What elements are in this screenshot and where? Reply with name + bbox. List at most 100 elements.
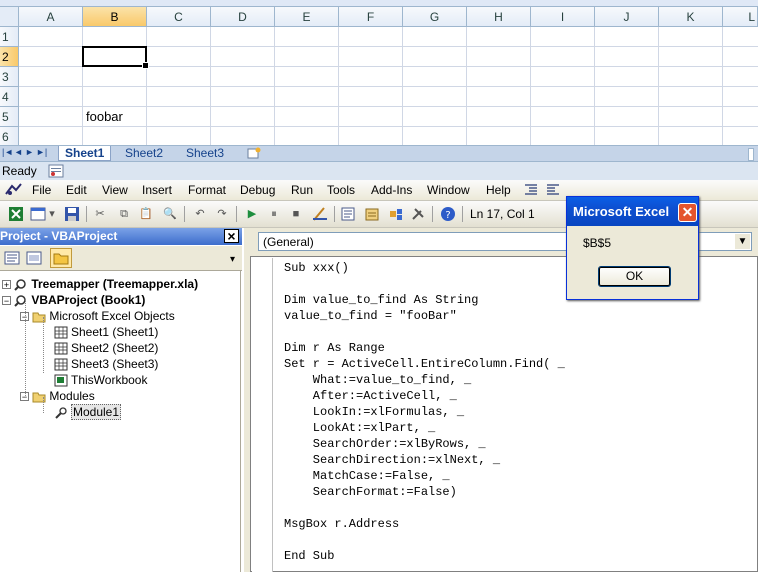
cut-icon[interactable]: ✂ <box>92 206 108 222</box>
column-header-f[interactable]: F <box>339 7 403 27</box>
menu-debug[interactable]: Debug <box>240 182 275 198</box>
sheet-tab-sheet2[interactable]: Sheet2 <box>119 146 169 161</box>
undo-icon[interactable]: ↶ <box>192 206 208 222</box>
code-line[interactable]: value_to_find = "fooBar" <box>284 308 457 324</box>
reset-icon[interactable]: ■ <box>288 206 304 222</box>
design-mode-icon[interactable] <box>312 206 328 222</box>
view-excel-icon[interactable] <box>8 206 24 222</box>
tree-node-treemapper[interactable]: + Treemapper (Treemapper.xla) <box>2 276 198 292</box>
row-header-5[interactable]: 5 <box>0 107 19 127</box>
tree-node-thisworkbook[interactable]: ThisWorkbook <box>54 372 147 388</box>
menu-edit[interactable]: Edit <box>66 182 87 198</box>
code-line[interactable]: SearchOrder:=xlByRows, _ <box>284 436 486 452</box>
insert-sheet-icon[interactable] <box>246 147 262 160</box>
cell-b5[interactable]: foobar <box>86 108 123 126</box>
row-header-1[interactable]: 1 <box>0 27 19 47</box>
tree-node-sheet2[interactable]: Sheet2 (Sheet2) <box>54 340 158 356</box>
code-line[interactable]: What:=value_to_find, _ <box>284 372 471 388</box>
find-icon[interactable]: 🔍 <box>162 206 178 222</box>
menu-insert[interactable]: Insert <box>142 182 172 198</box>
view-object-icon[interactable] <box>26 251 42 265</box>
project-explorer-icon[interactable] <box>340 206 356 222</box>
indent-icon[interactable] <box>524 183 538 197</box>
column-header-i[interactable]: I <box>531 7 595 27</box>
column-header-l[interactable]: L <box>723 7 758 27</box>
menu-add-ins[interactable]: Add-Ins <box>371 182 412 198</box>
row-header-2[interactable]: 2 <box>0 47 19 67</box>
sheet-tab-sheet1[interactable]: Sheet1 <box>58 146 112 161</box>
row-header-4[interactable]: 4 <box>0 87 19 107</box>
code-line[interactable]: Set r = ActiveCell.EntireColumn.Find( _ <box>284 356 565 372</box>
chevron-down-icon[interactable]: ▼ <box>735 234 750 249</box>
ok-button[interactable]: OK <box>598 266 671 287</box>
tab-split-handle[interactable] <box>748 148 754 161</box>
code-line[interactable]: End Sub <box>284 548 334 564</box>
select-all-corner[interactable] <box>0 7 19 27</box>
macro-record-icon[interactable] <box>48 164 64 178</box>
tree-node-sheet1[interactable]: Sheet1 (Sheet1) <box>54 324 158 340</box>
tree-node-sheet3[interactable]: Sheet3 (Sheet3) <box>54 356 158 372</box>
vbe-app-icon[interactable] <box>4 182 24 198</box>
view-code-icon[interactable] <box>4 251 20 265</box>
object-browser-icon[interactable] <box>388 206 404 222</box>
column-header-e[interactable]: E <box>275 7 339 27</box>
code-line[interactable]: Dim value_to_find As String <box>284 292 478 308</box>
sheet-tab-sheet3[interactable]: Sheet3 <box>180 146 230 161</box>
next-sheet-arrow-icon[interactable]: ► <box>25 147 34 157</box>
menu-format[interactable]: Format <box>188 182 226 198</box>
column-header-b[interactable]: B <box>83 7 147 27</box>
outdent-icon[interactable] <box>546 183 560 197</box>
column-header-j[interactable]: J <box>595 7 659 27</box>
help-icon[interactable]: ? <box>440 206 456 222</box>
code-line[interactable]: Dim r As Range <box>284 340 385 356</box>
excel-worksheet[interactable]: A B C D E F G H I J K L 1 2 3 4 5 6 foob… <box>0 0 758 145</box>
code-line[interactable]: SearchFormat:=False) <box>284 484 457 500</box>
first-sheet-arrow-icon[interactable]: |◄ <box>2 147 13 157</box>
close-icon[interactable]: ✕ <box>678 203 697 222</box>
tree-node-vbaproject[interactable]: − VBAProject (Book1) <box>2 292 145 308</box>
paste-icon[interactable]: 📋 <box>138 206 154 222</box>
insert-userform-icon[interactable] <box>30 206 46 222</box>
properties-window-icon[interactable] <box>364 206 380 222</box>
column-header-a[interactable]: A <box>19 7 83 27</box>
dialog-title-bar[interactable]: Microsoft Excel ✕ <box>567 197 698 226</box>
project-tree[interactable]: + Treemapper (Treemapper.xla) − VBAProje… <box>0 271 241 572</box>
prev-sheet-arrow-icon[interactable]: ◄ <box>14 147 23 157</box>
toolbox-icon[interactable] <box>410 206 426 222</box>
expand-plus-icon[interactable]: + <box>2 280 11 290</box>
column-header-g[interactable]: G <box>403 7 467 27</box>
code-line[interactable]: LookAt:=xlPart, _ <box>284 420 435 436</box>
code-margin[interactable] <box>252 258 273 572</box>
toggle-folders-icon[interactable] <box>50 248 72 268</box>
last-sheet-arrow-icon[interactable]: ►| <box>36 147 47 157</box>
code-line[interactable]: After:=ActiveCell, _ <box>284 388 457 404</box>
copy-icon[interactable]: ⧉ <box>116 206 132 222</box>
run-icon[interactable]: ▶ <box>244 206 260 222</box>
menu-file[interactable]: File <box>32 182 51 198</box>
active-cell-b2[interactable] <box>82 46 149 69</box>
menu-view[interactable]: View <box>102 182 128 198</box>
close-icon[interactable]: × <box>224 229 239 243</box>
code-line[interactable]: MatchCase:=False, _ <box>284 468 450 484</box>
redo-icon[interactable]: ↷ <box>214 206 230 222</box>
row-header-6[interactable]: 6 <box>0 127 19 145</box>
collapse-minus-icon[interactable]: − <box>2 296 11 306</box>
menu-run[interactable]: Run <box>291 182 313 198</box>
break-icon[interactable]: ⏸ <box>266 206 282 222</box>
column-header-k[interactable]: K <box>659 7 723 27</box>
column-header-d[interactable]: D <box>211 7 275 27</box>
menu-tools[interactable]: Tools <box>327 182 355 198</box>
code-line[interactable]: MsgBox r.Address <box>284 516 399 532</box>
chevron-down-icon[interactable]: ▾ <box>48 206 56 222</box>
tree-node-modules[interactable]: − Modules <box>20 388 95 404</box>
row-header-3[interactable]: 3 <box>0 67 19 87</box>
code-line[interactable]: LookIn:=xlFormulas, _ <box>284 404 464 420</box>
code-line[interactable]: SearchDirection:=xlNext, _ <box>284 452 500 468</box>
tree-node-module1[interactable]: Module1 <box>54 404 122 420</box>
chevron-down-icon[interactable]: ▾ <box>230 254 235 265</box>
menu-help[interactable]: Help <box>486 182 511 198</box>
column-header-c[interactable]: C <box>147 7 211 27</box>
menu-window[interactable]: Window <box>427 182 470 198</box>
save-icon[interactable] <box>64 206 80 222</box>
code-line[interactable]: Sub xxx() <box>284 260 349 276</box>
